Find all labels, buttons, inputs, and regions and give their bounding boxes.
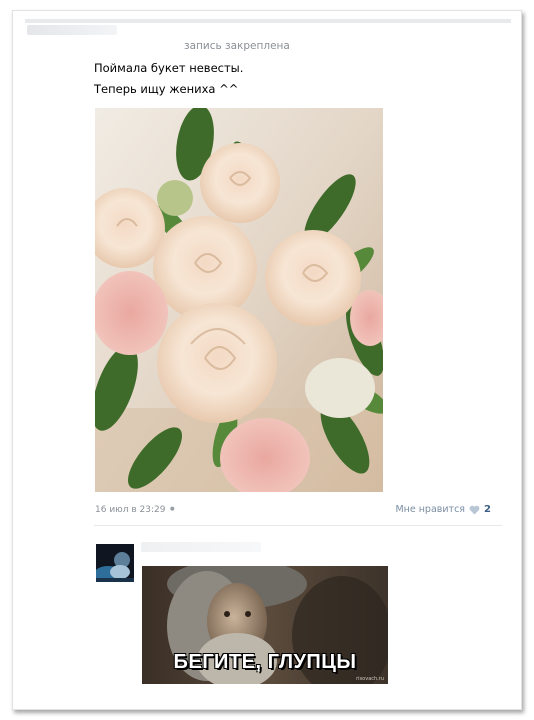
post-text-line1: Поймала букет невесты. — [94, 61, 244, 75]
post-card: запись закреплена Поймала букет невесты.… — [12, 10, 522, 710]
heart-icon — [469, 505, 480, 515]
pinned-label: запись закреплена — [184, 40, 290, 52]
like-count: 2 — [484, 504, 491, 515]
meme-caption: БЕГИТЕ, ГЛУПЦЫ — [173, 651, 357, 673]
header-divider — [25, 19, 511, 23]
post-text-line2: Теперь ищу жениха ^^ — [94, 82, 239, 96]
avatar-image — [96, 544, 134, 582]
bouquet-image — [95, 108, 383, 492]
meme-watermark: risovach.ru — [356, 676, 384, 682]
post-date-text[interactable]: 16 июл в 23:29 — [95, 505, 165, 515]
post-photo[interactable] — [95, 108, 383, 492]
apple-icon: ⚫ — [168, 505, 176, 515]
like-label: Мне нравится — [395, 504, 466, 515]
comment-author-faded — [141, 542, 261, 552]
like-button[interactable]: Мне нравится 2 — [395, 504, 491, 515]
author-name-faded — [27, 25, 117, 35]
comments-divider — [94, 525, 502, 526]
avatar[interactable] — [96, 544, 134, 582]
comment-meme-image[interactable]: БЕГИТЕ, ГЛУПЦЫ risovach.ru — [142, 566, 388, 684]
post-date[interactable]: 16 июл в 23:29 ⚫ — [95, 505, 176, 515]
